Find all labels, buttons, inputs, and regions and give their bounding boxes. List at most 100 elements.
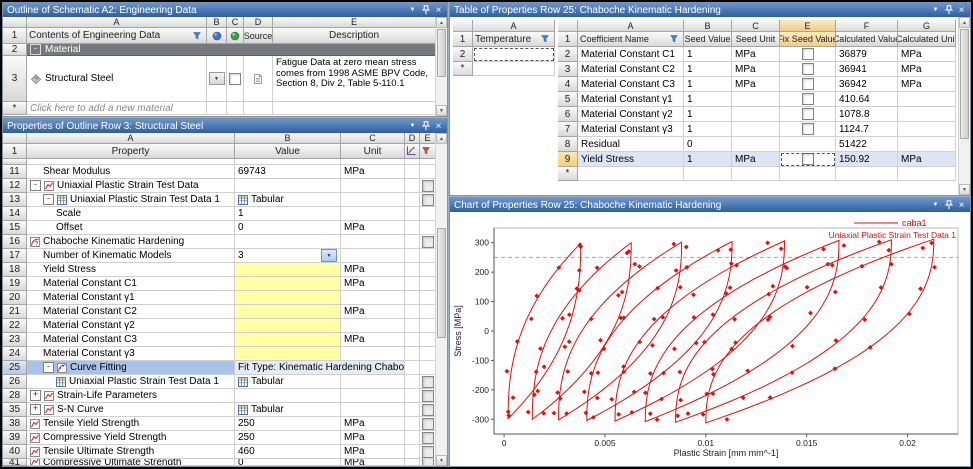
expander-icon[interactable]: - <box>43 362 54 373</box>
seed-unit-cell[interactable] <box>732 122 780 137</box>
description-cell[interactable]: Fatigue Data at zero mean stress comes f… <box>273 56 436 102</box>
close-icon[interactable]: × <box>955 199 968 211</box>
property-name-cell[interactable]: Material Constant γ1 <box>27 291 235 305</box>
description-header-cell[interactable]: Description <box>273 28 436 44</box>
property-value-cell[interactable]: 0 <box>235 221 341 235</box>
expander-icon[interactable]: + <box>30 404 41 415</box>
property-unit-cell[interactable] <box>341 375 405 389</box>
row-number[interactable]: 35 <box>3 403 27 417</box>
temperature-value-cell[interactable] <box>473 62 555 76</box>
header-calculated-unit[interactable]: Calculated Unit <box>898 32 956 47</box>
row-number[interactable]: 8 <box>558 137 578 152</box>
coefficient-name-cell[interactable]: Material Constant C2 <box>578 62 684 77</box>
dropdown-button[interactable]: ▼ <box>208 72 225 85</box>
property-unit-cell[interactable]: MPa <box>341 431 405 445</box>
column-header-c[interactable]: C <box>227 17 244 28</box>
property-unit-cell[interactable]: MPa <box>341 263 405 277</box>
close-icon[interactable]: × <box>432 4 445 16</box>
property-value-cell[interactable]: 3 ▼ <box>235 249 341 263</box>
fix-seed-value-cell[interactable] <box>780 137 836 152</box>
property-unit-cell[interactable]: MPa <box>341 445 405 459</box>
scroll-up-icon[interactable]: ▲ <box>959 17 970 28</box>
column-header-f[interactable]: F <box>836 20 898 32</box>
fix-seed-value-cell[interactable] <box>780 92 836 107</box>
scrollbar-thumb[interactable] <box>437 228 446 338</box>
property-value-cell[interactable] <box>235 291 341 305</box>
property-name-cell[interactable]: Material Constant C3 <box>27 333 235 347</box>
row-number[interactable]: 4 <box>558 77 578 92</box>
seed-unit-cell[interactable] <box>732 137 780 152</box>
property-value-cell[interactable]: Tabular <box>235 375 341 389</box>
contents-header-cell[interactable]: Contents of Engineering Data <box>27 28 207 44</box>
property-name-cell[interactable]: + S-N Curve <box>27 403 235 417</box>
row-number[interactable]: 13 <box>3 193 27 207</box>
scroll-down-icon[interactable]: ▼ <box>436 455 447 466</box>
row-number[interactable]: 5 <box>558 92 578 107</box>
property-unit-cell[interactable] <box>341 193 405 207</box>
dropdown-button[interactable]: ▼ <box>321 249 337 262</box>
property-unit-cell[interactable]: MPa <box>341 221 405 235</box>
property-value-cell[interactable] <box>235 263 341 277</box>
row-number[interactable]: 28 <box>3 389 27 403</box>
property-name-cell[interactable]: Yield Stress <box>27 263 235 277</box>
graph-column-header[interactable] <box>405 144 420 159</box>
collapse-icon[interactable]: - <box>30 44 41 55</box>
row-number[interactable]: 9 <box>558 152 578 167</box>
scroll-up-icon[interactable]: ▲ <box>436 133 447 144</box>
property-name-cell[interactable]: Chaboche Kinematic Hardening <box>27 235 235 249</box>
expander-icon[interactable]: - <box>30 180 41 191</box>
fix-seed-checkbox[interactable] <box>801 123 814 135</box>
property-unit-cell[interactable] <box>341 403 405 417</box>
row-number[interactable]: 19 <box>3 277 27 291</box>
suppress-checkbox[interactable] <box>421 459 434 465</box>
seed-unit-cell[interactable] <box>732 107 780 122</box>
row-number[interactable]: 15 <box>3 221 27 235</box>
property-name-cell[interactable]: Offset <box>27 221 235 235</box>
coefficient-name-cell[interactable]: Yield Stress <box>578 152 684 167</box>
fix-seed-checkbox[interactable] <box>801 48 814 60</box>
property-value-cell[interactable] <box>235 179 341 193</box>
suppress-checkbox[interactable] <box>421 417 434 430</box>
property-value-cell[interactable]: 69743 <box>235 165 341 179</box>
row-number[interactable]: 6 <box>558 107 578 122</box>
fix-seed-checkbox[interactable] <box>801 108 814 120</box>
property-unit-cell[interactable] <box>341 319 405 333</box>
property-value-cell[interactable]: Tabular <box>235 403 341 417</box>
property-value-cell[interactable]: Tabular <box>235 193 341 207</box>
suppress-checkbox[interactable] <box>421 403 434 416</box>
suppress-checkbox[interactable] <box>421 179 434 192</box>
column-header-g[interactable]: G <box>898 20 956 32</box>
column-header-d[interactable]: D <box>244 17 273 28</box>
row-number[interactable]: 2 <box>453 47 473 62</box>
header-fix-seed-value[interactable]: Fix Seed Value <box>780 32 836 47</box>
row-number[interactable]: 11 <box>3 165 27 179</box>
seed-unit-cell[interactable] <box>732 92 780 107</box>
property-value-cell[interactable] <box>235 319 341 333</box>
fix-seed-checkbox[interactable] <box>801 78 814 90</box>
property-unit-cell[interactable]: MPa <box>341 277 405 291</box>
row-number[interactable]: 12 <box>3 179 27 193</box>
source-header-cell[interactable]: Source <box>244 28 273 44</box>
property-name-cell[interactable]: Material Constant γ2 <box>27 319 235 333</box>
header-calculated-value[interactable]: Calculated Value <box>836 32 898 47</box>
row-number[interactable]: 40 <box>3 445 27 459</box>
property-unit-cell[interactable]: MPa <box>341 305 405 319</box>
property-name-cell[interactable]: Scale <box>27 207 235 221</box>
column-header-e[interactable]: E <box>273 17 436 28</box>
row-number[interactable]: 41 <box>3 459 27 466</box>
pin-icon[interactable] <box>419 120 432 132</box>
filter-column-header[interactable] <box>420 144 436 159</box>
row-number[interactable]: 18 <box>3 263 27 277</box>
suppress-checkbox[interactable] <box>421 193 434 206</box>
row-number[interactable]: 22 <box>3 319 27 333</box>
column-header-c[interactable]: C <box>341 133 405 144</box>
panel-menu-icon[interactable]: ▼ <box>929 199 942 211</box>
pin-icon[interactable] <box>942 199 955 211</box>
property-name-cell[interactable]: Material Constant γ3 <box>27 347 235 361</box>
header-seed-unit[interactable]: Seed Unit <box>732 32 780 47</box>
property-unit-cell[interactable]: MPa <box>341 459 405 466</box>
property-unit-cell[interactable] <box>341 249 405 263</box>
property-value-cell[interactable] <box>235 305 341 319</box>
row-number[interactable]: 39 <box>3 431 27 445</box>
column-header-b[interactable]: B <box>684 20 732 32</box>
